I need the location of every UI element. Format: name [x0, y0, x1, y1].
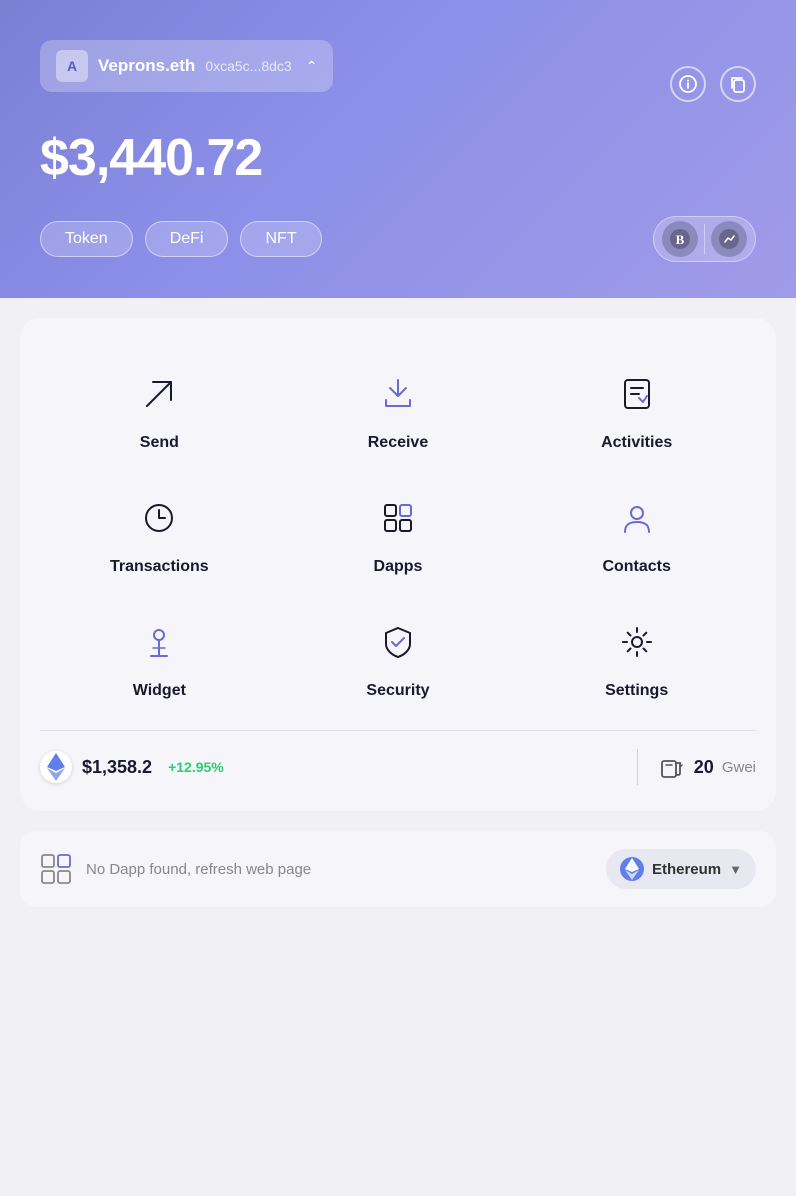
- contacts-label: Contacts: [602, 558, 670, 576]
- settings-button[interactable]: Settings: [517, 596, 756, 720]
- extra-icon-chart[interactable]: [711, 221, 747, 257]
- address-bar[interactable]: A Veprons.eth 0xca5c...8dc3 ⌃: [40, 40, 333, 92]
- security-label: Security: [366, 682, 429, 700]
- send-button[interactable]: Send: [40, 348, 279, 472]
- main-card: Send Receive Activities: [20, 318, 776, 811]
- eth-logo: [40, 751, 72, 783]
- activities-button[interactable]: Activities: [517, 348, 756, 472]
- dapps-icon: [372, 492, 424, 544]
- wallet-name: Veprons.eth: [98, 56, 195, 76]
- network-selector[interactable]: Ethereum ▼: [606, 849, 756, 889]
- hero-section: A Veprons.eth 0xca5c...8dc3 ⌃ $3,44: [0, 0, 796, 298]
- dapps-label: Dapps: [374, 558, 423, 576]
- tab-divider: [704, 224, 705, 254]
- gas-icon: [658, 753, 686, 781]
- svg-text:B: B: [676, 232, 685, 247]
- settings-label: Settings: [605, 682, 668, 700]
- activities-label: Activities: [601, 434, 672, 452]
- eth-change: +12.95%: [168, 759, 224, 775]
- wallet-avatar: A: [56, 50, 88, 82]
- chevron-down-icon: ⌃: [306, 58, 318, 75]
- activities-icon: [611, 368, 663, 420]
- contacts-icon: [611, 492, 663, 544]
- transactions-label: Transactions: [110, 558, 209, 576]
- nft-tab[interactable]: NFT: [240, 221, 321, 257]
- dapp-message: No Dapp found, refresh web page: [86, 861, 592, 878]
- send-icon: [133, 368, 185, 420]
- transactions-icon: [133, 492, 185, 544]
- settings-icon: [611, 616, 663, 668]
- eth-price-stat: $1,358.2 +12.95%: [40, 751, 617, 783]
- gas-unit: Gwei: [722, 759, 756, 776]
- wallet-address: 0xca5c...8dc3: [205, 58, 291, 74]
- action-grid: Send Receive Activities: [40, 348, 756, 720]
- stats-row: $1,358.2 +12.95% 20 Gwei: [40, 730, 756, 791]
- receive-label: Receive: [368, 434, 429, 452]
- security-button[interactable]: Security: [279, 596, 518, 720]
- defi-tab[interactable]: DeFi: [145, 221, 229, 257]
- extra-icons-group: B: [653, 216, 756, 262]
- gas-stat: 20 Gwei: [658, 753, 756, 781]
- eth-network-logo: [620, 857, 644, 881]
- info-button[interactable]: [670, 66, 706, 102]
- balance-display: $3,440.72: [40, 128, 756, 188]
- dapp-bar: No Dapp found, refresh web page Ethereum…: [20, 831, 776, 907]
- network-name: Ethereum: [652, 861, 721, 878]
- token-tab[interactable]: Token: [40, 221, 133, 257]
- gas-value: 20: [694, 757, 714, 778]
- extra-icon-b[interactable]: B: [662, 221, 698, 257]
- network-chevron-icon: ▼: [729, 862, 742, 877]
- receive-icon: [372, 368, 424, 420]
- contacts-button[interactable]: Contacts: [517, 472, 756, 596]
- widget-label: Widget: [133, 682, 186, 700]
- widget-icon: [133, 616, 185, 668]
- dapps-button[interactable]: Dapps: [279, 472, 518, 596]
- copy-button[interactable]: [720, 66, 756, 102]
- eth-price: $1,358.2: [82, 757, 152, 778]
- dapps-small-icon: [40, 853, 72, 885]
- transactions-button[interactable]: Transactions: [40, 472, 279, 596]
- stat-divider: [637, 749, 638, 785]
- send-label: Send: [140, 434, 179, 452]
- security-icon: [372, 616, 424, 668]
- receive-button[interactable]: Receive: [279, 348, 518, 472]
- widget-button[interactable]: Widget: [40, 596, 279, 720]
